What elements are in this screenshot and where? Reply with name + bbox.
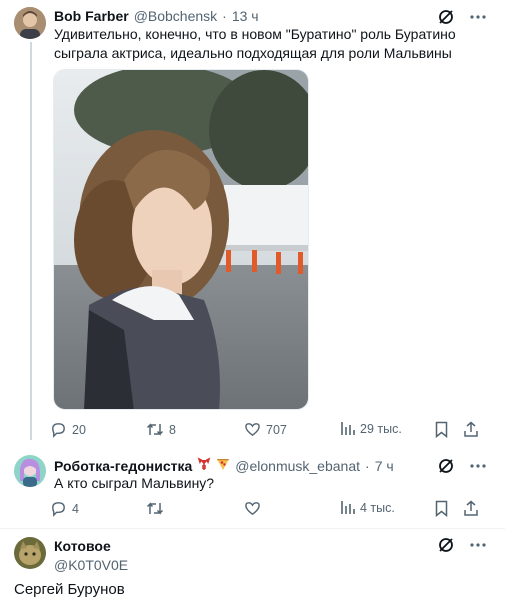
- tweet-actions: 20 8 707 29 тыс.: [50, 421, 487, 441]
- author-name[interactable]: Котовое: [54, 538, 111, 554]
- like-button[interactable]: 707: [244, 421, 287, 438]
- views-count: 4 тыс.: [360, 500, 395, 515]
- timestamp[interactable]: 13 ч: [232, 8, 259, 24]
- bookmark-button[interactable]: [434, 500, 449, 517]
- author-name[interactable]: Роботка-гедонистка: [54, 458, 192, 474]
- pizza-emoji-icon: [216, 457, 230, 474]
- reply-button[interactable]: 20: [50, 421, 86, 438]
- reply-button[interactable]: 4: [50, 500, 79, 517]
- avatar[interactable]: [14, 537, 46, 569]
- more-icon[interactable]: [469, 536, 487, 554]
- like-button[interactable]: [244, 500, 266, 517]
- repost-count: 8: [169, 422, 176, 437]
- bookmark-icon: [434, 421, 449, 438]
- tweet-text: А кто сыграл Мальвину?: [54, 475, 215, 491]
- repost-button[interactable]: [146, 500, 169, 517]
- reply-count: 20: [72, 422, 86, 437]
- avatar[interactable]: [14, 7, 46, 39]
- tweet-photo[interactable]: [53, 69, 309, 410]
- timestamp[interactable]: 7 ч: [375, 458, 394, 474]
- reply-icon: [50, 500, 67, 517]
- author-handle[interactable]: @K0T0V0E: [54, 557, 128, 573]
- author-handle[interactable]: @elonmusk_ebanat: [235, 458, 360, 474]
- divider: [0, 528, 505, 529]
- views-count: 29 тыс.: [360, 421, 402, 436]
- views-icon: [340, 421, 355, 436]
- tweet-top-icons: [437, 457, 487, 475]
- separator-dot: ·: [222, 8, 227, 24]
- repost-icon: [146, 421, 164, 438]
- tweet-header: Котовое @K0T0V0E: [54, 538, 128, 573]
- repost-button[interactable]: 8: [146, 421, 176, 438]
- views-button[interactable]: 4 тыс.: [340, 500, 395, 515]
- reply-icon: [50, 421, 67, 438]
- share-button[interactable]: [463, 421, 479, 438]
- share-icon: [463, 421, 479, 438]
- tweet-top-icons: [437, 8, 487, 26]
- share-button[interactable]: [463, 500, 479, 517]
- tweet-header: Bob Farber @Bobchensk · 13 ч: [54, 8, 259, 24]
- tweet-text: Удивительно, конечно, что в новом "Бурат…: [54, 26, 456, 61]
- tweet-text: Сергей Бурунов: [14, 581, 125, 598]
- bookmark-button[interactable]: [434, 421, 449, 438]
- separator-dot: ·: [365, 458, 370, 474]
- like-icon: [244, 421, 261, 438]
- like-icon: [244, 500, 261, 517]
- bookmark-icon: [434, 500, 449, 517]
- grok-icon[interactable]: [437, 8, 455, 26]
- avatar[interactable]: [14, 455, 46, 487]
- more-icon[interactable]: [469, 8, 487, 26]
- author-handle[interactable]: @Bobchensk: [134, 8, 217, 24]
- tweet-top-icons: [437, 536, 487, 554]
- lobster-emoji-icon: [197, 457, 211, 474]
- tweet-actions: 4 4 тыс.: [50, 500, 487, 520]
- grok-icon[interactable]: [437, 457, 455, 475]
- like-count: 707: [266, 422, 287, 437]
- share-icon: [463, 500, 479, 517]
- repost-icon: [146, 500, 164, 517]
- reply-count: 4: [72, 501, 79, 516]
- author-name[interactable]: Bob Farber: [54, 8, 129, 24]
- thread-line: [30, 42, 32, 440]
- grok-icon[interactable]: [437, 536, 455, 554]
- tweet-header: Роботка-гедонистка @elonmusk_ebanat · 7 …: [54, 457, 394, 474]
- views-icon: [340, 500, 355, 515]
- views-button[interactable]: 29 тыс.: [340, 421, 402, 436]
- more-icon[interactable]: [469, 457, 487, 475]
